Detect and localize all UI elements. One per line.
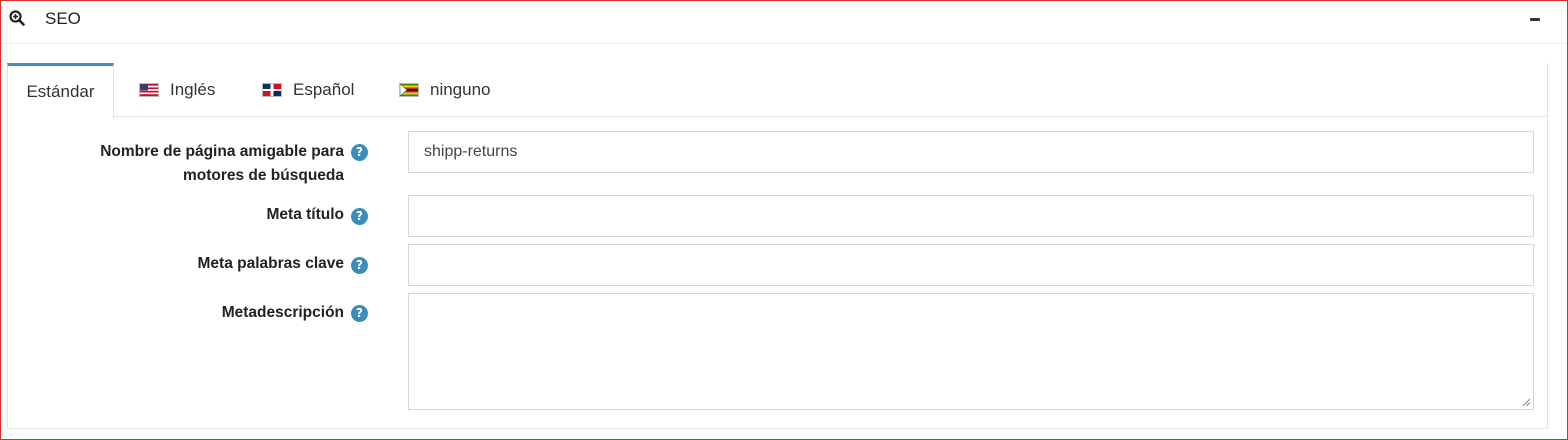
meta-keywords-input[interactable] (408, 244, 1534, 286)
help-icon[interactable]: ? (351, 208, 368, 225)
help-icon[interactable]: ? (351, 144, 368, 161)
minus-icon (1530, 18, 1540, 21)
zimbabwe-flag-icon (399, 83, 419, 97)
tab-label: ninguno (430, 80, 491, 99)
dominican-republic-flag-icon (262, 83, 282, 97)
meta-title-label: Meta título (266, 206, 345, 223)
panel-header[interactable]: SEO (1, 1, 1567, 44)
us-flag-icon (139, 83, 159, 97)
seo-name-input[interactable] (408, 131, 1534, 173)
collapse-button[interactable] (1528, 14, 1542, 24)
zoom-in-icon (9, 10, 25, 26)
meta-description-textarea[interactable] (408, 293, 1534, 410)
resize-grip-icon[interactable] (1521, 397, 1531, 407)
tab-spanish[interactable]: Español (262, 63, 354, 117)
tab-standard[interactable]: Estándar (7, 63, 114, 118)
meta-description-label: Metadescripción (221, 304, 344, 321)
tab-label: Estándar (26, 82, 95, 101)
meta-keywords-label: Meta palabras clave (197, 255, 344, 272)
language-tabs: Estándar Inglés Español ninguno (7, 63, 1548, 118)
panel-title: SEO (45, 9, 81, 28)
help-icon[interactable]: ? (351, 305, 368, 322)
tab-english[interactable]: Inglés (139, 63, 215, 117)
meta-title-input[interactable] (408, 195, 1534, 237)
tab-label: Inglés (170, 80, 216, 99)
seo-name-label: Nombre de página amigable para motores d… (100, 143, 344, 184)
help-icon[interactable]: ? (351, 257, 368, 274)
tab-none[interactable]: ninguno (399, 63, 491, 117)
tab-label: Español (293, 80, 355, 99)
